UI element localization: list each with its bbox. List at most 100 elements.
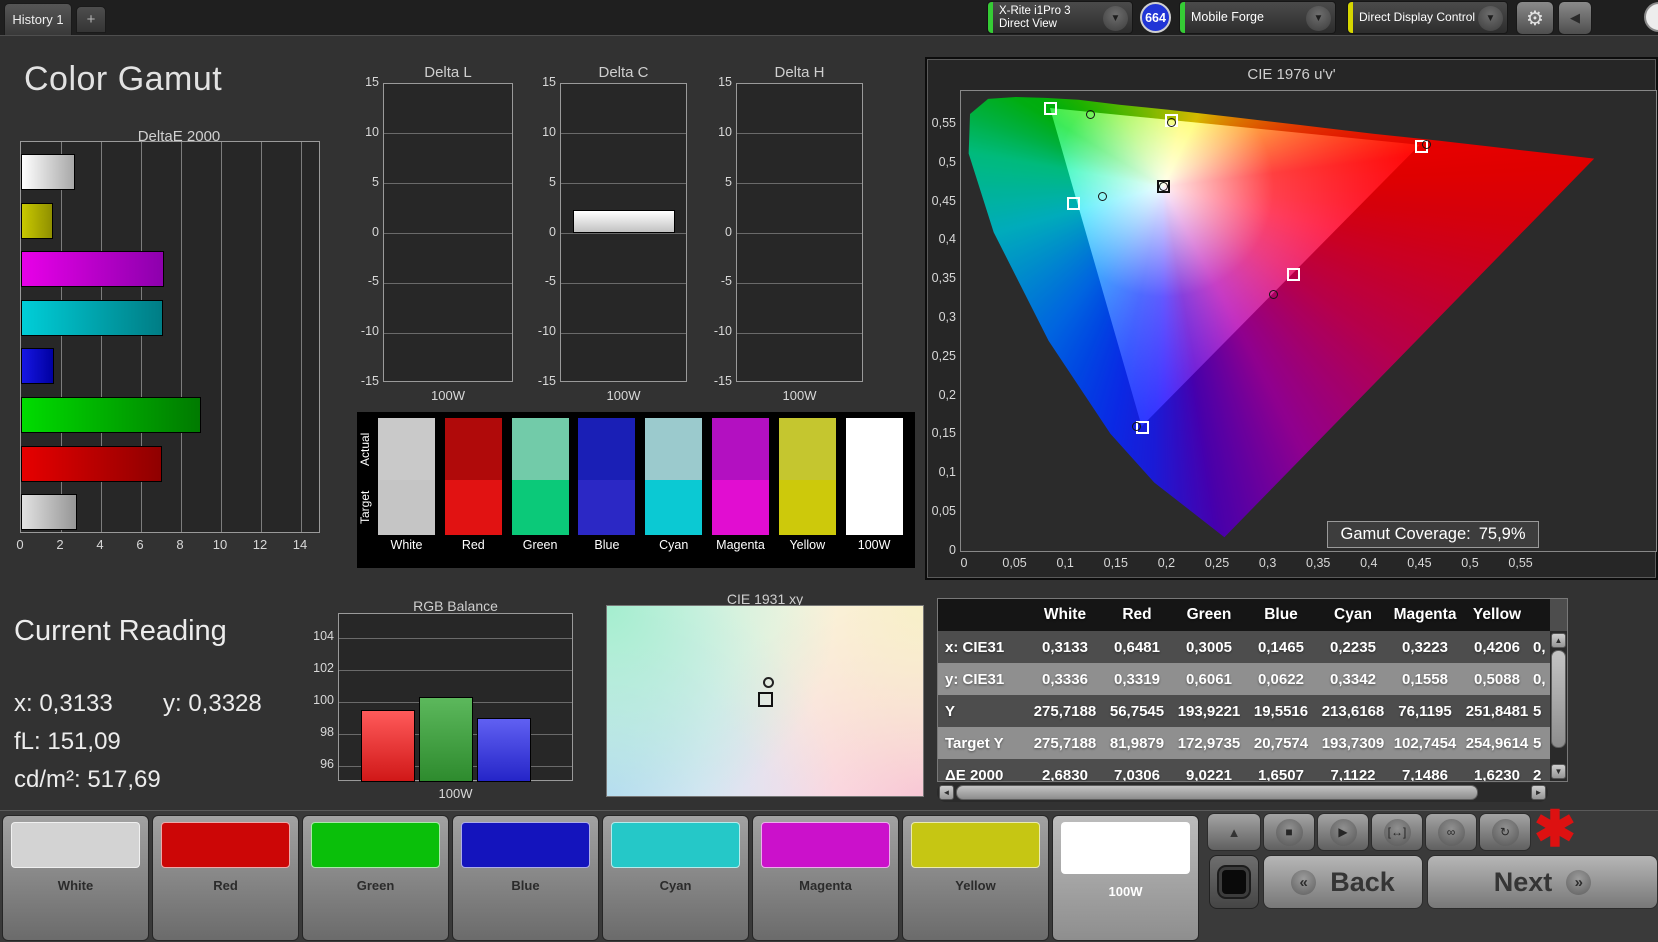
next-button[interactable]: Next » bbox=[1427, 855, 1658, 909]
arrow-up-icon: ▲ bbox=[1227, 824, 1241, 840]
pattern-button-blue[interactable]: Blue bbox=[452, 815, 599, 941]
grid-line bbox=[737, 233, 862, 234]
cell-value: 9,0221 bbox=[1186, 766, 1232, 782]
delta-chart-title: Delta C bbox=[598, 64, 649, 81]
y-tick-label: -10 bbox=[537, 324, 556, 339]
cell-value: 193,7309 bbox=[1321, 734, 1385, 752]
meter-dropdown[interactable]: X-Rite i1Pro 3 Direct View ▼ bbox=[987, 1, 1133, 34]
grid-line bbox=[561, 282, 686, 284]
measured-marker-red bbox=[1422, 139, 1432, 149]
meter-count-badge[interactable]: 664 bbox=[1140, 2, 1171, 33]
y-tick-label: 0 bbox=[949, 542, 956, 557]
chevron-down-icon[interactable]: ▼ bbox=[1103, 6, 1128, 31]
y-tick-label: -5 bbox=[367, 274, 379, 289]
cell-value-partial: 2 bbox=[1533, 766, 1542, 782]
target-patch-red bbox=[444, 480, 502, 535]
grid-line bbox=[260, 142, 262, 532]
y-tick-label: 0,15 bbox=[931, 426, 956, 441]
column-header-white: White bbox=[1043, 606, 1087, 623]
chevron-down-icon[interactable]: ▼ bbox=[1478, 6, 1503, 31]
source-label: Mobile Forge bbox=[1191, 10, 1264, 24]
grid-line bbox=[737, 282, 862, 284]
table-row: Y 275,7188 56,7545 193,9221 19,5516 213,6168 7… bbox=[938, 695, 1550, 727]
add-tab-button[interactable]: + bbox=[76, 6, 106, 33]
y-tick-label: 96 bbox=[320, 757, 334, 771]
profile-circle-button[interactable] bbox=[1644, 2, 1658, 32]
cell-value: 1,6230 bbox=[1474, 766, 1520, 782]
target-patch-blue bbox=[578, 480, 636, 535]
stop-button[interactable]: ■ bbox=[1263, 813, 1315, 851]
scroll-down-button[interactable]: ▼ bbox=[1551, 764, 1566, 779]
table-vertical-scrollbar[interactable]: ▲ ▼ bbox=[1550, 631, 1567, 781]
patch-column-label: Blue bbox=[594, 538, 620, 552]
pattern-swatch bbox=[461, 822, 590, 868]
cell-value: 213,6168 bbox=[1321, 702, 1385, 720]
cell-value: 0,6481 bbox=[1114, 638, 1160, 656]
meter-status-stripe bbox=[988, 2, 993, 33]
grid-line bbox=[300, 142, 302, 532]
cell-value: 193,9221 bbox=[1177, 702, 1241, 720]
play-button[interactable]: ▶ bbox=[1317, 813, 1369, 851]
cie1931-panel: CIE 1931 xy bbox=[602, 591, 928, 801]
target-patch-white bbox=[378, 480, 435, 535]
reading-y-value: y: 0,3328 bbox=[163, 690, 262, 717]
measured-marker-blue bbox=[1132, 421, 1142, 431]
delta-x-category-label: 100W bbox=[431, 388, 465, 403]
cell-value: 0,3223 bbox=[1402, 638, 1448, 656]
column-header-yellow: Yellow bbox=[1472, 606, 1522, 623]
interval-button[interactable]: [↔] bbox=[1371, 813, 1423, 851]
display-control-dropdown[interactable]: Direct Display Control ▼ bbox=[1347, 1, 1508, 34]
pattern-button-yellow[interactable]: Yellow bbox=[902, 815, 1049, 941]
refresh-button[interactable]: ↻ bbox=[1479, 813, 1531, 851]
scroll-left-button[interactable]: ◄ bbox=[939, 785, 954, 800]
scroll-up-button[interactable]: ▲ bbox=[1551, 633, 1566, 648]
y-tick-label: 0,25 bbox=[931, 348, 956, 363]
x-tick-label: 0,35 bbox=[1306, 556, 1331, 570]
source-dropdown[interactable]: Mobile Forge ▼ bbox=[1179, 1, 1336, 34]
cell-value: 275,7188 bbox=[1033, 734, 1097, 752]
cell-value: 7,1486 bbox=[1402, 766, 1448, 782]
pattern-button-red[interactable]: Red bbox=[152, 815, 299, 941]
pattern-button-white[interactable]: White bbox=[2, 815, 149, 941]
pattern-window-button[interactable] bbox=[1209, 855, 1259, 909]
x-tick-label: 0,25 bbox=[1204, 556, 1230, 570]
pattern-swatch bbox=[161, 822, 290, 868]
pattern-up-button[interactable]: ▲ bbox=[1207, 813, 1261, 851]
settings-button[interactable]: ⚙ bbox=[1516, 1, 1554, 35]
pattern-button-100w[interactable]: 100W bbox=[1052, 815, 1199, 941]
scroll-thumb[interactable] bbox=[956, 785, 1478, 800]
pattern-button-cyan[interactable]: Cyan bbox=[602, 815, 749, 941]
pattern-button-green[interactable]: Green bbox=[302, 815, 449, 941]
target-marker-magenta bbox=[1286, 267, 1300, 281]
table-horizontal-scrollbar[interactable]: ◄ ► bbox=[937, 783, 1548, 802]
actual-patch-cyan bbox=[645, 418, 703, 480]
x-tick-label: 12 bbox=[252, 537, 268, 552]
row-label: x: CIE31 bbox=[945, 638, 1005, 656]
y-tick-label: -10 bbox=[360, 324, 379, 339]
back-button[interactable]: « Back bbox=[1263, 855, 1423, 909]
y-tick-label: 15 bbox=[542, 75, 556, 89]
y-tick-label: 5 bbox=[725, 174, 732, 189]
pattern-button-label: 100W bbox=[1108, 884, 1143, 899]
pattern-button-label: White bbox=[57, 878, 94, 893]
cell-value: 0,1465 bbox=[1258, 638, 1304, 656]
x-tick-label: 0,05 bbox=[1002, 556, 1027, 570]
tab-history-1[interactable]: History 1 bbox=[4, 3, 72, 35]
y-tick-label: 0,45 bbox=[931, 193, 956, 208]
tab-label: History 1 bbox=[12, 12, 64, 27]
collapse-panel-button[interactable]: ◀ bbox=[1558, 1, 1592, 35]
loop-button[interactable]: ∞ bbox=[1425, 813, 1477, 851]
delta-l-plot-area bbox=[383, 83, 513, 382]
cell-value-partial: 0, bbox=[1533, 638, 1546, 656]
scroll-right-button[interactable]: ► bbox=[1531, 785, 1546, 800]
delta-bar-100w bbox=[573, 209, 675, 234]
cell-value: 7,1122 bbox=[1330, 766, 1376, 782]
cie1976-plot-area bbox=[960, 90, 1657, 552]
scroll-thumb[interactable] bbox=[1551, 650, 1566, 748]
patch-column-label: Magenta bbox=[716, 538, 765, 552]
pattern-button-magenta[interactable]: Magenta bbox=[752, 815, 899, 941]
x-tick-label: 0,5 bbox=[1461, 556, 1479, 570]
x-tick-label: 0,4 bbox=[1360, 556, 1378, 570]
y-tick-label: 15 bbox=[365, 75, 379, 89]
chevron-down-icon[interactable]: ▼ bbox=[1306, 6, 1331, 31]
